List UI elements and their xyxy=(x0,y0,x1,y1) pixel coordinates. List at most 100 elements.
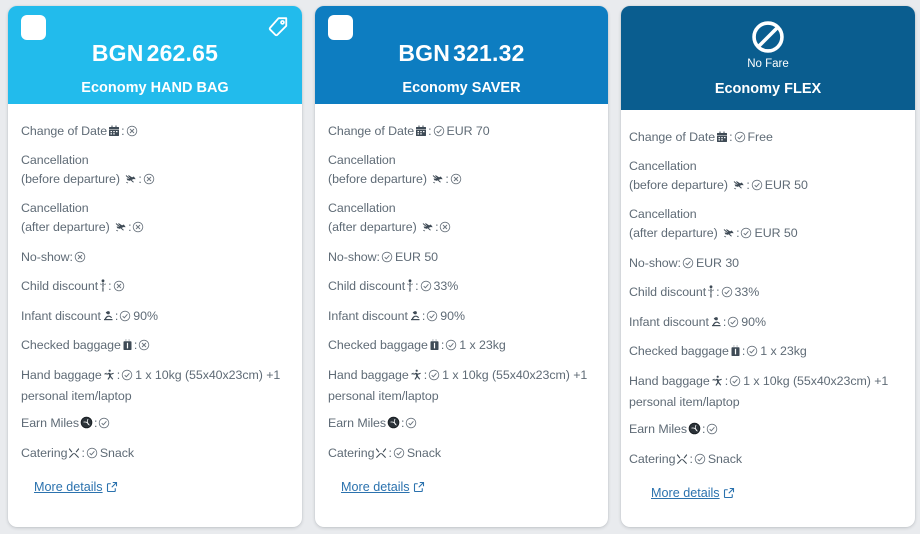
hand-baggage-icon xyxy=(711,375,724,387)
fare-attribute-no-show: No-show:EUR 30 xyxy=(629,249,907,279)
fare-attribute-infant-discount: Infant discount:90% xyxy=(21,302,289,332)
fare-attribute-checked-baggage: Checked baggage: xyxy=(21,332,289,362)
fare-attribute-infant-discount: Infant discount:90% xyxy=(629,308,907,338)
status-unavailable-icon xyxy=(126,124,138,143)
attribute-colon: : xyxy=(128,220,131,234)
fare-select-checkbox[interactable] xyxy=(328,15,353,40)
status-available-icon xyxy=(393,446,405,465)
fare-attribute-cancellation-after: Cancellation(after departure) : xyxy=(21,195,289,243)
attribute-colon: : xyxy=(702,422,705,436)
plane-slash-icon xyxy=(114,221,127,233)
more-details-link[interactable]: More details xyxy=(34,480,118,496)
suitcase-icon xyxy=(429,339,440,351)
attribute-label: Cancellation xyxy=(629,159,697,173)
attribute-label: Earn Miles xyxy=(21,416,79,430)
attribute-label: Earn Miles xyxy=(328,416,386,430)
plane-slash-icon xyxy=(124,173,137,185)
price-amount: 262.65 xyxy=(147,40,219,66)
no-fare-label: No Fare xyxy=(633,58,903,70)
attribute-label: Checked baggage xyxy=(21,338,121,352)
child-icon xyxy=(406,279,414,292)
no-fare-block: No Fare xyxy=(633,19,903,70)
attribute-colon: : xyxy=(723,315,726,329)
fare-attribute-list: Change of Date:EUR 70Cancellation(before… xyxy=(315,104,608,527)
miles-coin-icon xyxy=(688,422,701,435)
attribute-value: 33% xyxy=(434,279,459,293)
attribute-colon: : xyxy=(81,446,84,460)
more-details-link[interactable]: More details xyxy=(341,480,425,496)
status-unavailable-icon xyxy=(450,172,462,191)
fare-attribute-cancellation-before: Cancellation(before departure) :EUR 50 xyxy=(629,153,907,201)
status-unavailable-icon xyxy=(143,172,155,191)
plane-slash-icon xyxy=(732,179,745,191)
fare-card-economy-flex[interactable]: No FareEconomy FLEXChange of Date:FreeCa… xyxy=(621,6,915,527)
attribute-colon: : xyxy=(746,178,749,192)
status-available-icon xyxy=(682,256,694,275)
infant-icon xyxy=(102,310,114,322)
attribute-label: Infant discount xyxy=(21,309,101,323)
fare-card-economy-saver[interactable]: BGN321.32Economy SAVERChange of Date:EUR… xyxy=(315,6,608,527)
attribute-sublabel: (before departure) xyxy=(328,172,430,186)
status-unavailable-icon xyxy=(132,220,144,239)
attribute-colon: : xyxy=(108,279,111,293)
status-available-icon xyxy=(405,416,417,435)
fare-attribute-list: Change of Date:FreeCancellation(before d… xyxy=(621,110,915,527)
attribute-sublabel: (after departure) xyxy=(328,220,420,234)
fare-select-checkbox[interactable] xyxy=(21,15,46,40)
attribute-label: Change of Date xyxy=(629,130,715,144)
status-available-icon xyxy=(740,226,752,245)
attribute-value: EUR 50 xyxy=(754,226,797,240)
attribute-colon: : xyxy=(422,309,425,323)
status-available-icon xyxy=(729,374,741,393)
fare-attribute-no-show: No-show: xyxy=(21,243,289,273)
attribute-value: 33% xyxy=(735,285,760,299)
attribute-value: Snack xyxy=(100,446,134,460)
attribute-sublabel: (before departure) xyxy=(21,172,123,186)
fare-attribute-checked-baggage: Checked baggage:1 x 23kg xyxy=(328,332,595,362)
attribute-label: No-show: xyxy=(629,256,681,270)
miles-coin-icon xyxy=(387,416,400,429)
status-unavailable-icon xyxy=(138,338,150,357)
status-available-icon xyxy=(433,124,445,143)
more-details-link[interactable]: More details xyxy=(651,486,735,502)
tag-icon xyxy=(267,16,289,38)
attribute-colon: : xyxy=(115,309,118,323)
attribute-label: Earn Miles xyxy=(629,422,687,436)
status-unavailable-icon xyxy=(439,220,451,239)
more-details-label: More details xyxy=(34,480,103,494)
status-available-icon xyxy=(751,178,763,197)
cutlery-icon xyxy=(68,447,80,459)
fare-attribute-infant-discount: Infant discount: 90% xyxy=(328,302,595,332)
attribute-colon: : xyxy=(424,368,427,382)
fare-attribute-child-discount: Child discount: xyxy=(21,273,289,303)
cutlery-icon xyxy=(375,447,387,459)
attribute-colon: : xyxy=(117,368,120,382)
fare-attribute-hand-baggage: Hand baggage:1 x 10kg (55x40x23cm) +1 pe… xyxy=(328,361,595,409)
status-available-icon xyxy=(420,279,432,298)
status-available-icon xyxy=(734,130,746,149)
attribute-label: Child discount xyxy=(21,279,98,293)
attribute-colon: : xyxy=(428,124,431,138)
attribute-label: Checked baggage xyxy=(328,338,428,352)
attribute-colon: : xyxy=(415,279,418,293)
status-available-icon xyxy=(381,250,393,269)
status-available-icon xyxy=(121,368,133,387)
external-link-icon xyxy=(106,481,118,496)
attribute-label: Infant discount xyxy=(328,309,408,323)
attribute-label: Cancellation xyxy=(328,153,396,167)
calendar-icon xyxy=(415,125,427,137)
attribute-colon: : xyxy=(689,452,692,466)
fare-attribute-catering: Catering:Snack xyxy=(328,439,595,469)
attribute-value: 90% xyxy=(741,315,766,329)
fare-attribute-cancellation-before: Cancellation(before departure) : xyxy=(21,147,289,195)
fare-attribute-earn-miles: Earn Miles: xyxy=(328,410,595,440)
infant-icon xyxy=(409,310,421,322)
attribute-value: 90% xyxy=(440,309,465,323)
fare-card-economy-hand-bag[interactable]: BGN262.65Economy HAND BAGChange of Date:… xyxy=(8,6,302,527)
attribute-label: Cancellation xyxy=(328,201,396,215)
hand-baggage-icon xyxy=(410,369,423,381)
attribute-value: EUR 50 xyxy=(765,178,808,192)
attribute-colon: : xyxy=(445,172,448,186)
fare-name: Economy SAVER xyxy=(327,80,596,96)
fare-attribute-earn-miles: Earn Miles: xyxy=(629,416,907,446)
